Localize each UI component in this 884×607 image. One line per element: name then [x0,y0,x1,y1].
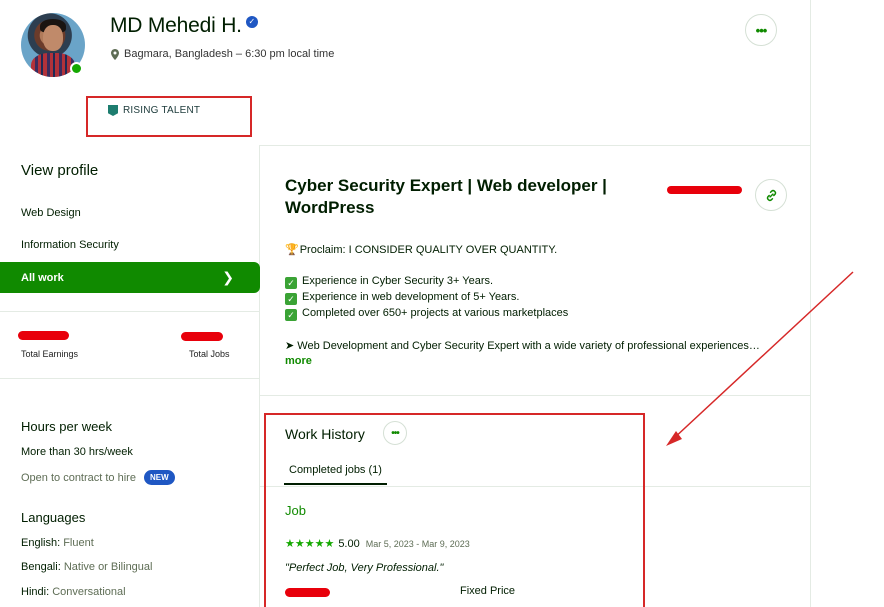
stats-top-divider [0,311,260,312]
check-line: ✓ Experience in web development of 5+ Yea… [285,291,519,305]
language-name: Bengali: [21,561,61,573]
location-text: Bagmara, Bangladesh – 6:30 pm local time [124,48,335,60]
check-icon: ✓ [285,293,297,305]
profile-name: MD Mehedi H. [110,14,242,37]
profile-title: Cyber Security Expert | Web developer | … [285,176,607,217]
more-dots-icon: ••• [755,22,768,38]
hours-per-week-value: More than 30 hrs/week [21,446,133,458]
redaction-rate [667,186,742,194]
proclaim-line: 🏆Proclaim: I CONSIDER QUALITY OVER QUANT… [285,243,557,256]
rising-talent-flag-icon [108,105,118,116]
more-link[interactable]: more [285,355,312,367]
new-badge: NEW [143,470,175,485]
view-profile-heading: View profile [21,162,99,179]
annotation-box-rising-talent [86,96,252,137]
profile-name-row: MD Mehedi H. ✓ [110,14,258,38]
check-text: Completed over 650+ projects at various … [302,307,569,319]
language-level: Conversational [52,586,126,598]
more-options-button[interactable]: ••• [745,14,777,46]
sidebar-item-information-security[interactable]: Information Security [21,239,119,251]
all-work-label: All work [21,271,64,284]
language-hindi: Hindi: Conversational [21,586,126,598]
online-status-dot [70,62,83,75]
hours-per-week-heading: Hours per week [21,419,113,434]
sidebar-item-web-design[interactable]: Web Design [21,207,81,219]
check-text: Experience in web development of 5+ Year… [302,291,520,303]
language-name: Hindi: [21,586,50,598]
summary-text: ➤ Web Development and Cyber Security Exp… [285,340,760,352]
verified-icon: ✓ [245,16,258,28]
proclaim-text: Proclaim: I CONSIDER QUALITY OVER QUANTI… [299,244,558,256]
trophy-icon: 🏆 [285,244,299,256]
stats-bottom-divider [0,378,260,379]
redaction-jobs [181,332,223,341]
link-icon [766,189,776,201]
profile-location: Bagmara, Bangladesh – 6:30 pm local time [111,48,334,60]
total-jobs-label: Total Jobs [189,349,230,359]
annotation-box-work-history [264,413,645,607]
content-border [810,0,811,607]
check-icon: ✓ [285,277,297,289]
rising-talent-badge[interactable]: RISING TALENT [108,105,200,116]
language-bengali: Bengali: Native or Bilingual [21,561,152,573]
chevron-right-icon: ❯ [222,269,234,285]
location-pin-icon [111,48,119,60]
languages-heading: Languages [21,510,86,525]
overview-divider [260,395,810,396]
open-to-contract: Open to contract to hire NEW [21,470,175,485]
check-icon: ✓ [285,309,297,321]
profile-page: MD Mehedi H. ✓ Bagmara, Bangladesh – 6:3… [0,0,884,607]
check-text: Experience in Cyber Security 3+ Years. [302,275,494,287]
total-earnings-label: Total Earnings [21,349,79,359]
rising-talent-label: RISING TALENT [123,105,201,116]
language-level: Native or Bilingual [63,561,153,573]
check-line: ✓ Experience in Cyber Security 3+ Years. [285,275,493,289]
sidebar-item-all-work[interactable]: All work ❯ [0,262,260,293]
sidebar-divider [259,145,260,607]
redaction-earnings [18,331,69,340]
check-line: ✓ Completed over 650+ projects at various… [285,307,568,321]
language-english: English: Fluent [21,537,94,549]
open-to-contract-label: Open to contract to hire [21,471,136,484]
language-name: English: [21,537,61,549]
language-level: Fluent [63,537,94,549]
header-divider [260,145,810,146]
copy-link-button[interactable] [755,179,787,211]
